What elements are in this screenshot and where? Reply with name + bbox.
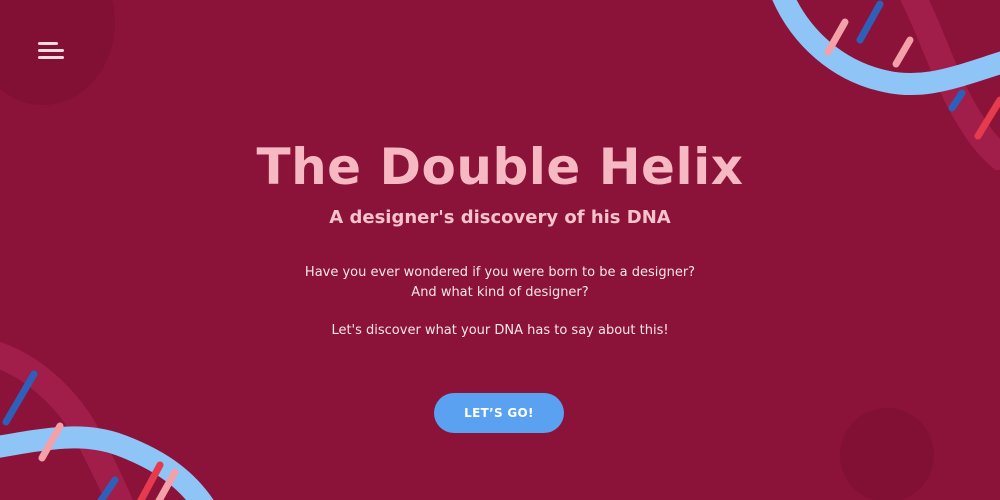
intro-text-line: And what kind of designer?	[411, 285, 589, 300]
page-subtitle: A designer's discovery of his DNA	[329, 207, 671, 228]
menu-bar	[38, 42, 58, 45]
helix-rung	[856, 0, 884, 44]
page-title: The Double Helix	[256, 138, 744, 196]
helix-rung	[2, 370, 38, 426]
intro-text-line: Have you ever wondered if you were born …	[304, 265, 696, 280]
intro-text-line: Let's discover what your DNA has to say …	[331, 323, 669, 338]
dna-helix-icon	[0, 342, 214, 500]
menu-bar	[38, 56, 64, 59]
menu-bar	[38, 49, 64, 52]
helix-rung	[892, 36, 914, 68]
hamburger-menu-icon[interactable]	[38, 40, 66, 62]
landing-page: The Double Helix A designer's discovery …	[0, 0, 1000, 500]
decorative-circle-bottom-right	[840, 408, 934, 500]
lets-go-button[interactable]: LET’S GO!	[434, 393, 564, 433]
helix-strand-light	[772, 0, 1000, 96]
